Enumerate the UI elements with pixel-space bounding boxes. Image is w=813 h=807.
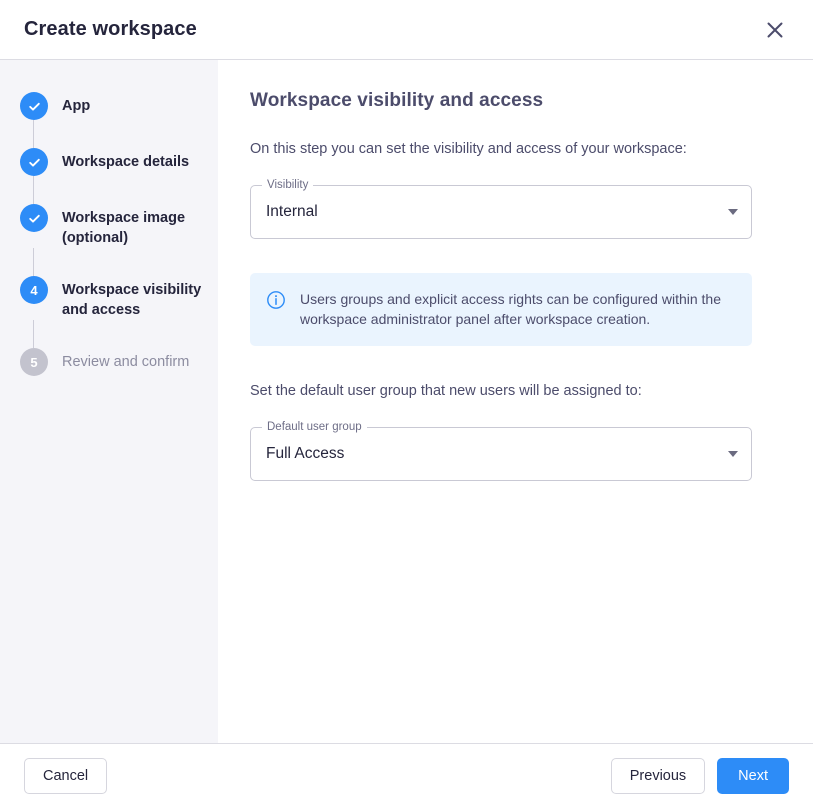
info-banner: Users groups and explicit access rights …: [250, 273, 752, 346]
visibility-select[interactable]: Visibility Internal: [250, 178, 752, 239]
default-user-group-value: Full Access: [266, 445, 345, 462]
step-marker-4: 4: [20, 276, 48, 304]
footer-actions: Previous Next: [610, 757, 789, 794]
default-group-text: Set the default user group that new user…: [250, 383, 642, 399]
cancel-button[interactable]: Cancel: [24, 757, 108, 794]
stepper-sidebar: App Workspace details Workspace image (o…: [0, 60, 218, 743]
check-icon: [27, 211, 42, 226]
chevron-down-icon: [728, 451, 738, 457]
sidebar-item-workspace-image[interactable]: Workspace image (optional): [20, 204, 202, 248]
info-circle-icon: [266, 290, 286, 310]
check-icon: [27, 99, 42, 114]
sidebar-item-review-confirm[interactable]: 5 Review and confirm: [20, 348, 202, 376]
sidebar-item-label: Review and confirm: [62, 354, 190, 370]
close-button[interactable]: [757, 12, 793, 48]
sidebar-item-workspace-visibility[interactable]: 4 Workspace visibility and access: [20, 276, 202, 320]
sidebar-item-label: Workspace visibility and access: [62, 282, 202, 318]
step-marker-5: 5: [20, 348, 48, 376]
close-icon: [766, 21, 784, 39]
previous-button[interactable]: Previous: [610, 757, 706, 794]
step-connector: [33, 120, 34, 148]
default-user-group-control[interactable]: Full Access: [250, 427, 752, 481]
main-content: Workspace visibility and access On this …: [218, 60, 813, 743]
step-connector: [33, 248, 34, 276]
sidebar-item-workspace-details[interactable]: Workspace details: [20, 148, 202, 176]
step-connector: [33, 176, 34, 204]
step-marker-3: [20, 204, 48, 232]
info-banner-text: Users groups and explicit access rights …: [300, 291, 721, 327]
section-title: Workspace visibility and access: [250, 90, 544, 111]
default-user-group-select[interactable]: Default user group Full Access: [250, 420, 752, 481]
chevron-down-icon: [728, 209, 738, 215]
next-button[interactable]: Next: [717, 757, 789, 794]
create-workspace-dialog: Create workspace App Workspace details W…: [0, 0, 813, 807]
visibility-select-control[interactable]: Internal: [250, 185, 752, 239]
page-title: Create workspace: [24, 18, 197, 40]
step-marker-2: [20, 148, 48, 176]
dialog-header: Create workspace: [0, 0, 813, 60]
sidebar-item-label: Workspace details: [62, 154, 190, 170]
visibility-value: Internal: [266, 203, 318, 220]
dialog-footer: Cancel Previous Next: [0, 743, 813, 807]
check-icon: [27, 155, 42, 170]
sidebar-item-label: Workspace image (optional): [62, 210, 186, 246]
sidebar-item-label: App: [62, 98, 91, 114]
sidebar-item-app[interactable]: App: [20, 92, 202, 120]
intro-text: On this step you can set the visibility …: [250, 141, 687, 157]
dialog-body: App Workspace details Workspace image (o…: [0, 60, 813, 743]
step-connector: [33, 320, 34, 348]
step-marker-1: [20, 92, 48, 120]
